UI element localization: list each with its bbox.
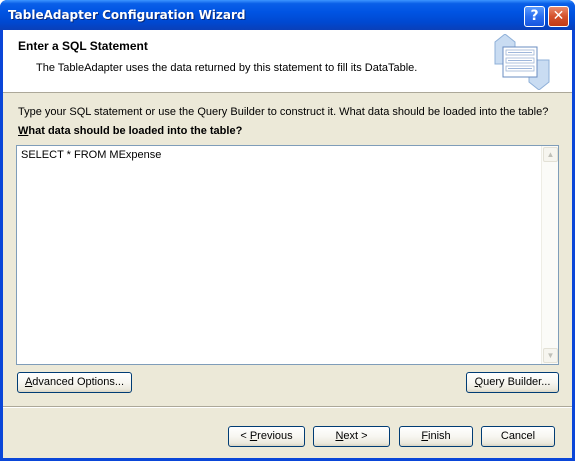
previous-rest: revious	[257, 430, 293, 442]
next-button[interactable]: Next >	[313, 426, 390, 447]
window-title: TableAdapter Configuration Wizard	[8, 8, 246, 22]
advanced-rest: dvanced Options...	[32, 376, 125, 388]
question-label: What data should be loaded into the tabl…	[18, 125, 242, 137]
instruction-text: Type your SQL statement or use the Query…	[18, 106, 549, 118]
wizard-header: Enter a SQL Statement The TableAdapter u…	[3, 30, 572, 93]
query-builder-accel: Q	[474, 376, 484, 388]
title-bar[interactable]: TableAdapter Configuration Wizard ? ✕	[0, 0, 575, 30]
question-accel: W	[18, 125, 29, 137]
wizard-database-icon	[494, 34, 550, 90]
finish-rest: inish	[428, 430, 451, 442]
page-subtitle: The TableAdapter uses the data returned …	[36, 62, 418, 74]
sql-text: SELECT * FROM MExpense	[21, 149, 162, 161]
advanced-options-button[interactable]: Advanced Options...	[17, 372, 132, 393]
scroll-up-arrow-icon[interactable]: ▲	[543, 147, 558, 162]
close-icon[interactable]: ✕	[548, 6, 569, 27]
next-rest: ext >	[343, 430, 368, 442]
vertical-scrollbar[interactable]: ▲ ▼	[541, 146, 558, 364]
query-builder-button[interactable]: Query Builder...	[466, 372, 559, 393]
previous-prefix: <	[240, 430, 250, 442]
previous-button[interactable]: < Previous	[228, 426, 305, 447]
query-builder-rest: uery Builder...	[483, 376, 551, 388]
finish-button[interactable]: Finish	[399, 426, 473, 447]
page-title: Enter a SQL Statement	[18, 39, 148, 53]
scroll-down-arrow-icon[interactable]: ▼	[543, 348, 558, 363]
sql-statement-textarea[interactable]: SELECT * FROM MExpense ▲ ▼	[16, 145, 559, 365]
cancel-button[interactable]: Cancel	[481, 426, 555, 447]
wizard-client-area: Enter a SQL Statement The TableAdapter u…	[3, 30, 572, 458]
wizard-window: TableAdapter Configuration Wizard ? ✕ En…	[0, 0, 575, 461]
question-rest: hat data should be loaded into the table…	[28, 125, 243, 137]
help-icon[interactable]: ?	[524, 6, 545, 27]
footer-separator	[3, 406, 572, 408]
